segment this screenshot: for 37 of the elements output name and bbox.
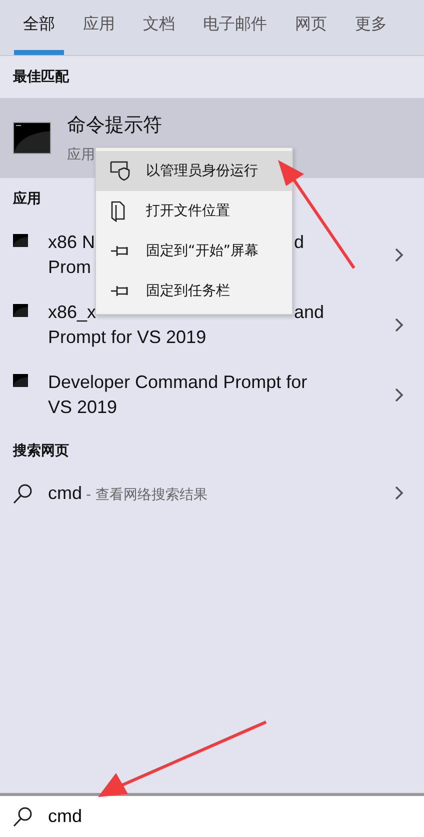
tab[interactable]: 电子邮件: [194, 0, 276, 55]
result-title: Developer Command Prompt for: [48, 372, 308, 392]
terminal-icon: [13, 122, 51, 154]
result-title: 命令提示符: [67, 113, 162, 138]
result-title: VS 2019: [48, 397, 118, 417]
result-item[interactable]: cmd - 查看网络搜索结果: [0, 472, 424, 514]
result-type: 应用: [67, 146, 96, 164]
result-title: Prom: [48, 257, 92, 277]
tab[interactable]: 更多: [346, 0, 396, 55]
result-title: x86_x: [48, 302, 96, 322]
result-title: and: [294, 301, 324, 324]
tab[interactable]: 应用: [74, 0, 124, 55]
menu-item[interactable]: 打开文件位置: [96, 191, 292, 231]
chevron-right-icon: [394, 247, 404, 263]
search-icon: [12, 482, 32, 504]
chevron-right-icon: [394, 387, 404, 403]
search-field[interactable]: cmd: [48, 806, 248, 827]
chevron-right-icon: [394, 317, 404, 333]
shield-window-icon: [110, 160, 130, 182]
tab[interactable]: 网页: [286, 0, 336, 55]
section-heading: 应用: [12, 190, 42, 209]
result-item[interactable]: Developer Command Prompt for VS 2019: [0, 360, 424, 430]
menu-item[interactable]: 固定到“开始”屏幕: [96, 231, 292, 271]
chevron-right-icon: [394, 485, 404, 501]
result-title: x86 N: [48, 232, 96, 252]
menu-item[interactable]: 固定到任务栏: [96, 271, 292, 311]
tab[interactable]: 文档: [134, 0, 184, 55]
section-heading: 搜索网页: [12, 442, 70, 461]
search-icon: [12, 806, 32, 827]
terminal-icon: [13, 374, 28, 387]
result-title: d: [294, 231, 304, 254]
menu-item[interactable]: 以管理员身份运行: [96, 151, 292, 191]
result-title: Prompt for VS 2019: [48, 327, 206, 347]
terminal-icon: [13, 234, 28, 247]
result-hint: - 查看网络搜索结果: [86, 486, 208, 502]
search-query: cmd: [48, 482, 82, 502]
terminal-icon: [13, 304, 28, 317]
